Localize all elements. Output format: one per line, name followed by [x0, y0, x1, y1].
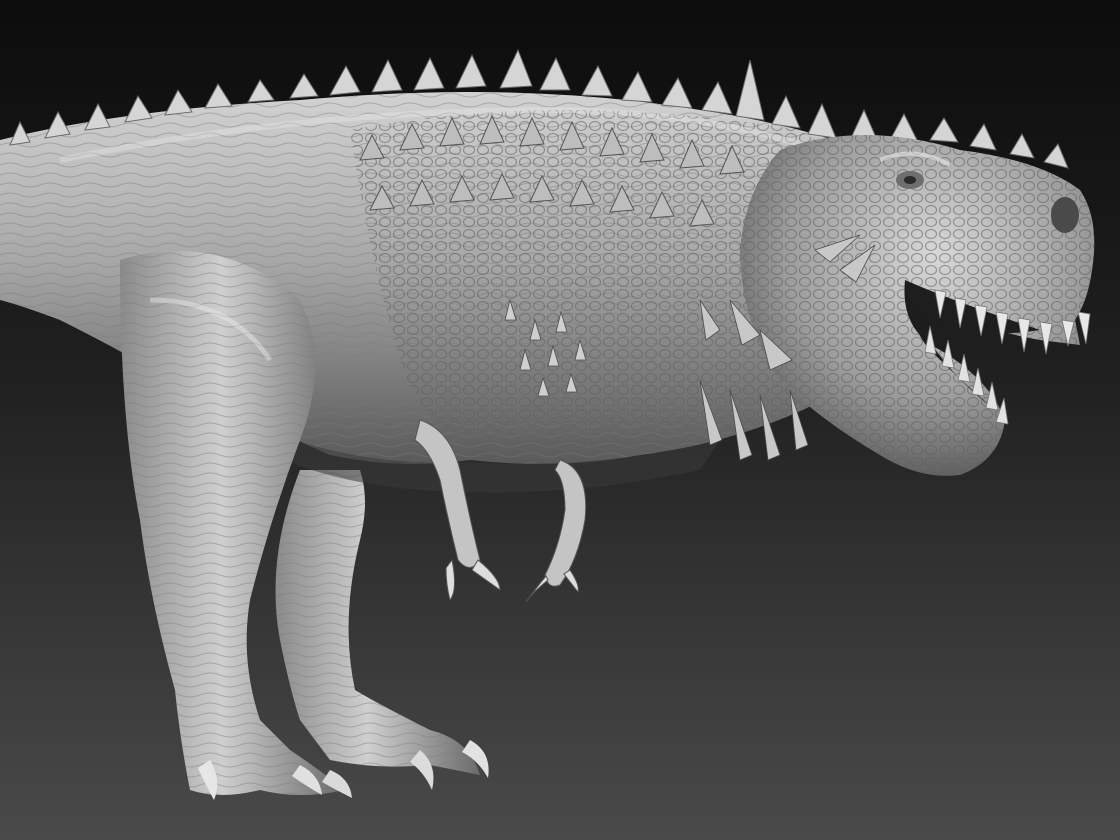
nostril: [1051, 197, 1079, 233]
dinosaur-sculpt-image: [0, 0, 1120, 840]
sculpt-viewport: [0, 0, 1120, 840]
eye-icon: [896, 171, 924, 189]
